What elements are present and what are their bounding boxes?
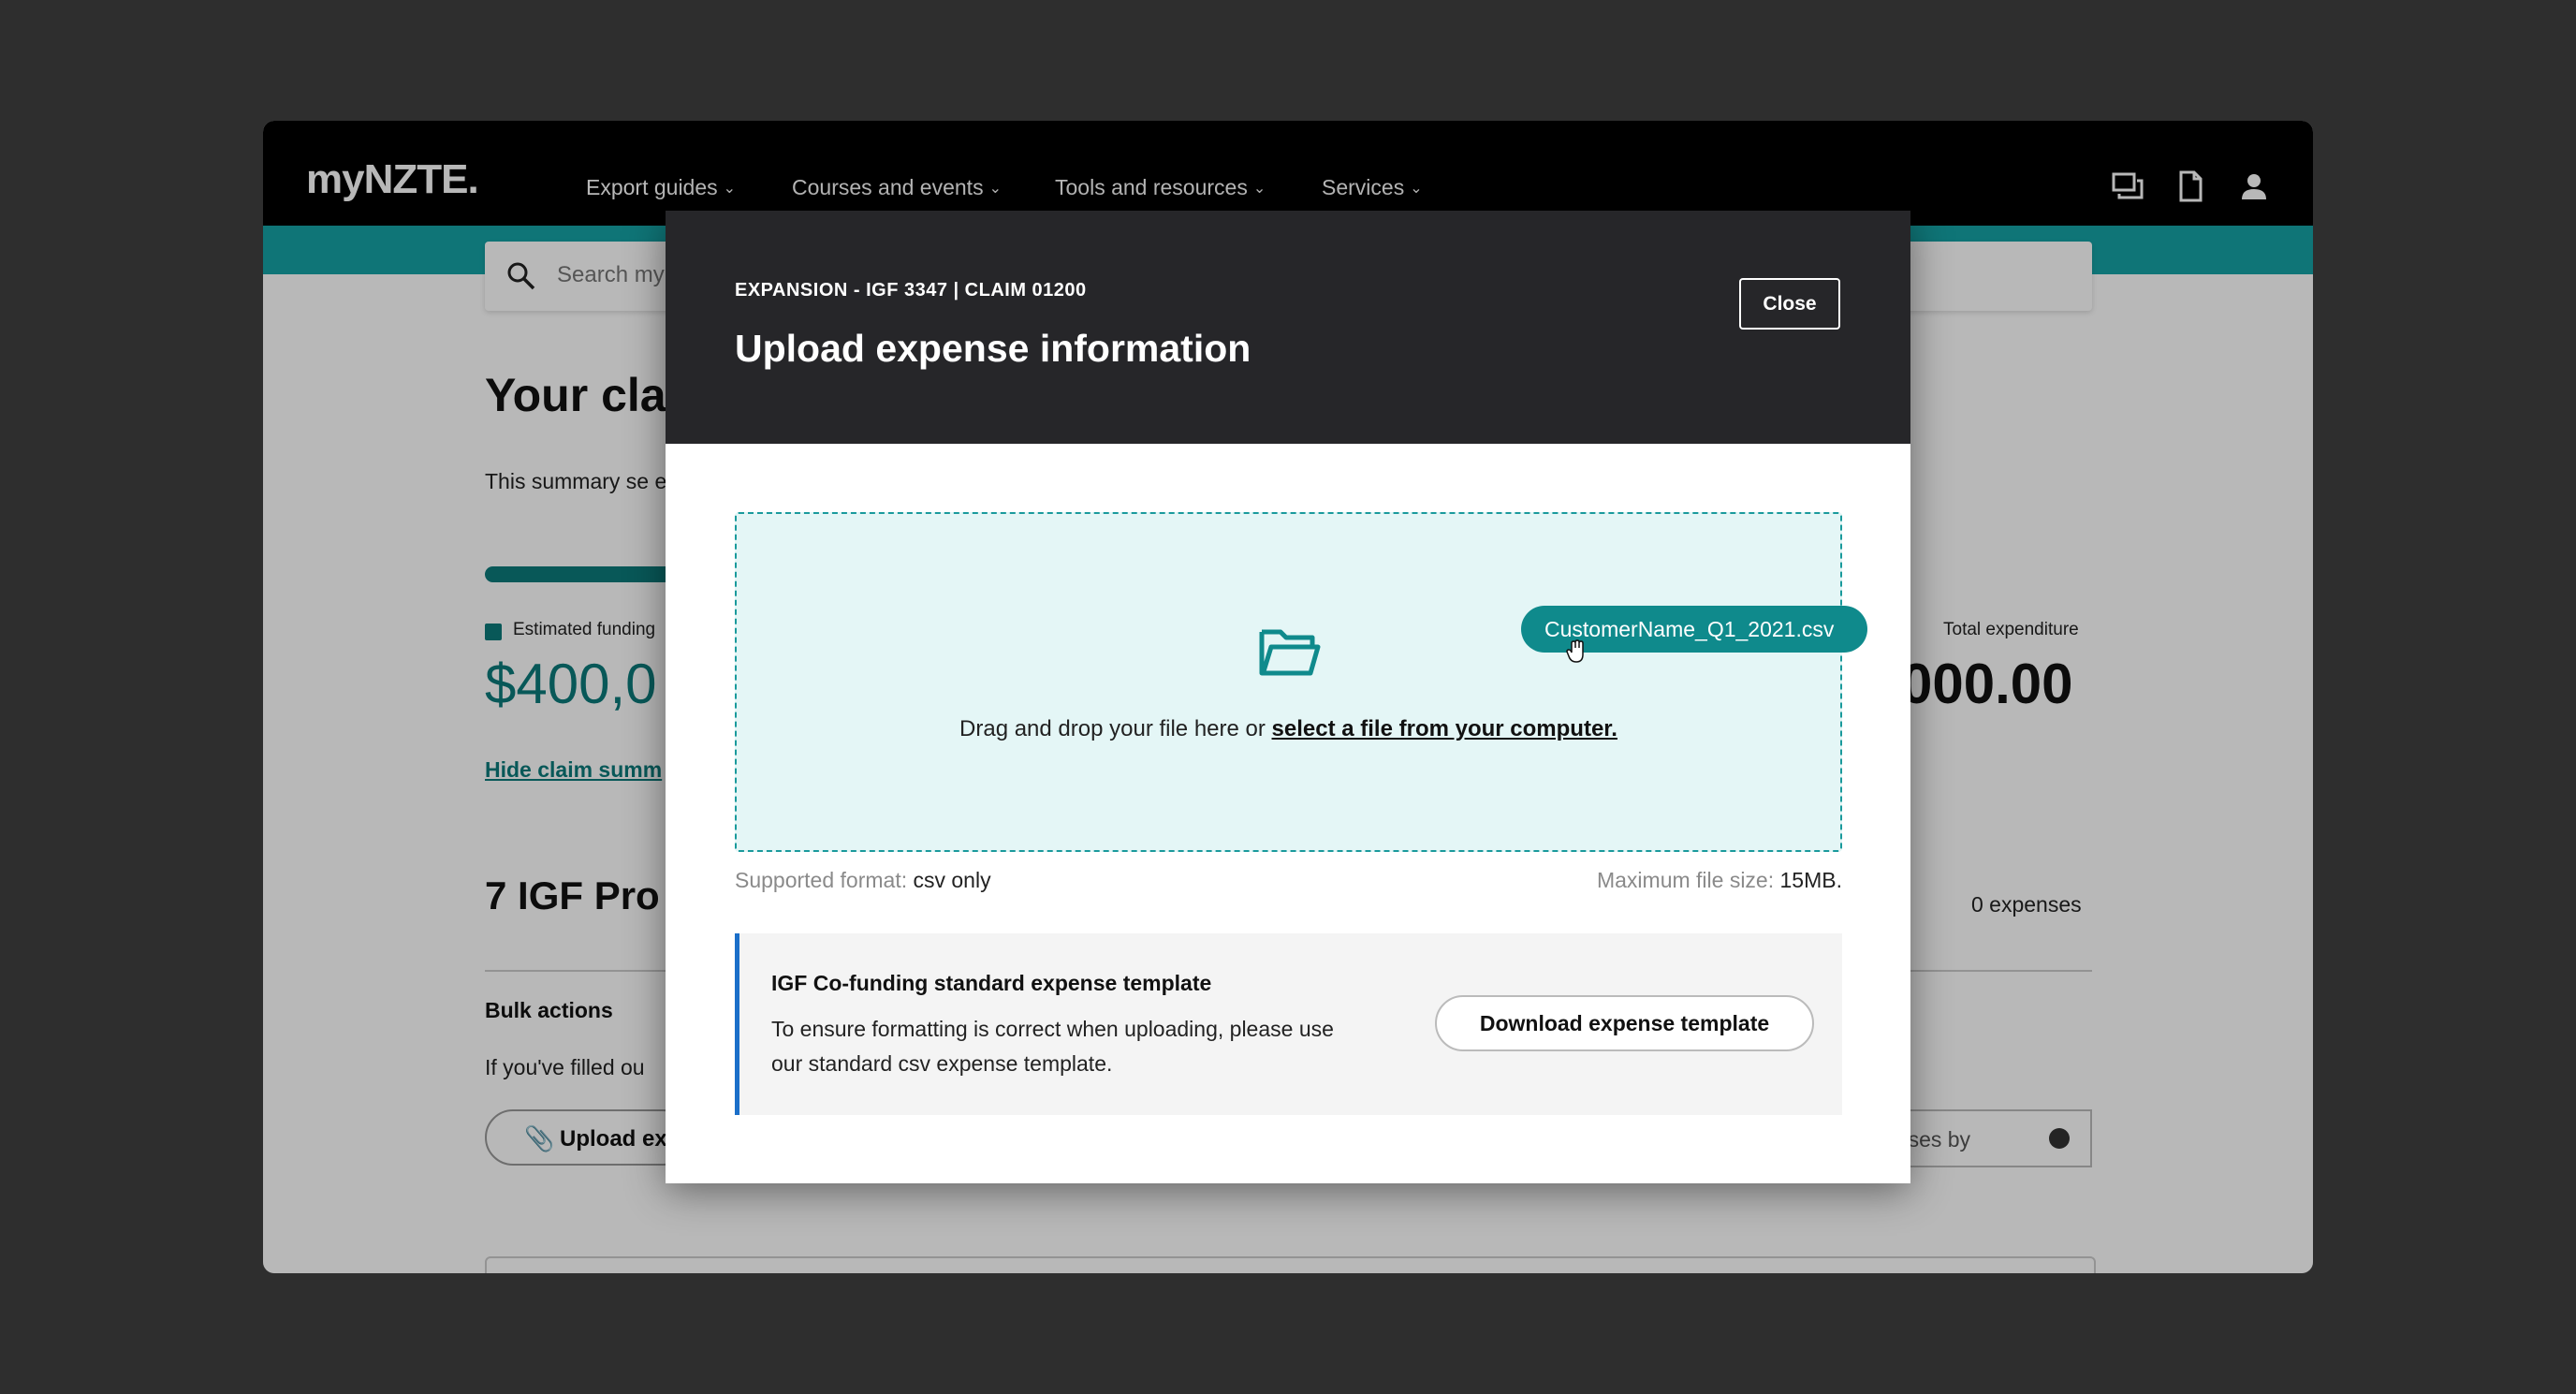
download-template-button[interactable]: Download expense template <box>1435 995 1814 1051</box>
dropzone-instructions: Drag and drop your file here or select a… <box>737 716 1840 742</box>
select-file-link[interactable]: select a file from your computer. <box>1272 716 1617 741</box>
supported-format-label: Supported format: <box>735 868 914 892</box>
folder-open-icon <box>1259 629 1321 676</box>
supported-format-value: csv only <box>913 868 991 892</box>
modal-title: Upload expense information <box>735 327 1251 370</box>
modal-header: EXPANSION - IGF 3347 | CLAIM 01200 Uploa… <box>666 211 1910 444</box>
template-title: IGF Co-funding standard expense template <box>771 971 1212 995</box>
max-file-size: Maximum file size: 15MB. <box>1597 868 1842 893</box>
file-dropzone[interactable]: Drag and drop your file here or select a… <box>735 512 1842 852</box>
max-file-size-label: Maximum file size: <box>1596 868 1780 892</box>
close-button[interactable]: Close <box>1739 278 1840 330</box>
dragged-file-name: CustomerName_Q1_2021.csv <box>1544 617 1835 641</box>
max-file-size-value: 15MB. <box>1779 868 1842 892</box>
expense-template-callout: IGF Co-funding standard expense template… <box>735 933 1842 1115</box>
grab-cursor-icon <box>1566 639 1584 663</box>
template-description: To ensure formatting is correct when upl… <box>771 1017 1334 1076</box>
supported-format: Supported format: csv only <box>735 868 991 893</box>
dropzone-text: Drag and drop your file here or <box>959 716 1272 741</box>
claim-eyebrow: EXPANSION - IGF 3347 | CLAIM 01200 <box>735 280 1087 301</box>
upload-expense-modal: EXPANSION - IGF 3347 | CLAIM 01200 Uploa… <box>666 211 1910 1183</box>
